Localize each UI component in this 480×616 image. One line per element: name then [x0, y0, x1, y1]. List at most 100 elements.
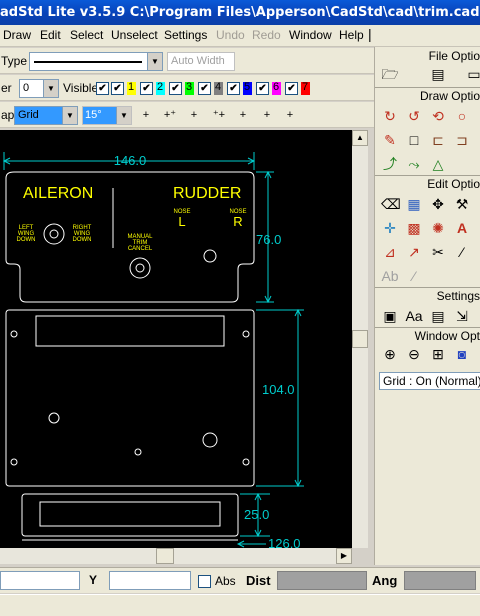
chevron-down-icon[interactable]: ▼	[43, 80, 58, 97]
layer-settings-icon[interactable]: ⇲	[453, 307, 471, 325]
left-wing-line3: DOWN	[17, 237, 36, 243]
layer-visible-checkbox[interactable]: ✔	[256, 82, 269, 95]
zoom-in-icon[interactable]: ⊕	[381, 345, 399, 363]
layer-visible-checkbox[interactable]: ✔	[169, 82, 182, 95]
node-edit-icon[interactable]: ⊿	[381, 243, 399, 261]
y-coordinate-field[interactable]	[109, 571, 191, 590]
layer-visible-checkbox[interactable]: ✔	[227, 82, 240, 95]
distance-field	[277, 571, 367, 590]
stretch-icon[interactable]: ⁄	[405, 267, 423, 285]
snap-value: Grid	[18, 109, 39, 121]
menu-settings[interactable]: Settings	[164, 28, 207, 42]
bottom-status-strip	[0, 594, 480, 616]
zoom-all-icon[interactable]: ◙	[453, 345, 471, 363]
aileron-label: AILERON	[23, 185, 93, 202]
trim-icon[interactable]: ↗	[405, 243, 423, 261]
layer-value: 0	[23, 82, 30, 94]
hammer-icon[interactable]: ⚒	[453, 195, 471, 213]
snap-midpoint-icon[interactable]: +	[185, 106, 203, 124]
scroll-right-icon[interactable]: ▶	[336, 548, 352, 564]
snap-endpoint-icon[interactable]: ⁺+	[210, 106, 228, 124]
snap-nearest-icon[interactable]: +	[281, 106, 299, 124]
snap-double-point-icon[interactable]: +⁺	[161, 106, 179, 124]
layer-visible-checkbox[interactable]: ✔	[198, 82, 211, 95]
open-folder-icon[interactable]: 🗁	[381, 65, 399, 83]
grid-status: Grid : On (Normal)	[383, 374, 480, 388]
menu-undo[interactable]: Undo	[216, 28, 245, 42]
chevron-down-icon[interactable]: ▼	[62, 107, 77, 124]
horizontal-scrollbar[interactable]: ▶	[0, 548, 352, 564]
spline-icon[interactable]: ⤳	[405, 155, 423, 173]
scissors-icon[interactable]: ✂	[429, 243, 447, 261]
status-bar: Y Abs Dist Ang	[0, 567, 480, 593]
snap-label: ap	[1, 108, 15, 122]
chevron-down-icon[interactable]: ▼	[147, 53, 162, 70]
bracket-icon[interactable]: ⊏	[429, 131, 447, 149]
pencil-icon[interactable]: ✎	[381, 131, 399, 149]
vertical-scrollbar[interactable]: ▲	[352, 130, 368, 548]
drawing-canvas[interactable]: 146.0 AILERON RUDDER LEFT WING DOWN RIGH…	[0, 130, 352, 548]
grid-settings-icon[interactable]: ▣	[381, 307, 399, 325]
zoom-out-icon[interactable]: ⊖	[405, 345, 423, 363]
layer-visible-checkbox[interactable]: ✔	[111, 82, 124, 95]
snap-center-icon[interactable]: +	[234, 106, 252, 124]
dimension-settings-icon[interactable]: ▤	[429, 307, 447, 325]
chevron-down-icon[interactable]: ▼	[116, 107, 131, 124]
visible-checkbox[interactable]: ✔	[96, 82, 109, 95]
add-point-icon[interactable]: ✛	[381, 219, 399, 237]
print-icon[interactable]: ▭	[465, 65, 480, 83]
angle-combo[interactable]: 15° ▼	[82, 106, 132, 125]
layer-number: 7	[302, 81, 309, 93]
zoom-window-icon[interactable]: ⊞	[429, 345, 447, 363]
move-icon[interactable]: ✥	[429, 195, 447, 213]
arc-3pt-icon[interactable]: ⟲	[429, 107, 447, 125]
menu-redo[interactable]: Redo	[252, 28, 281, 42]
circle-icon[interactable]: ○	[453, 107, 471, 125]
arc-reverse-icon[interactable]: ↺	[405, 107, 423, 125]
drawing-svg: 146.0 AILERON RUDDER LEFT WING DOWN RIGH…	[2, 152, 304, 548]
dist-label: Dist	[246, 573, 271, 588]
layer-toolbar: er 0 ▼ Visible ✔ 0 ✔ 1 ✔ 2 ✔ 3 ✔ 4 ✔ 5 ✔ 6 ✔ 7	[0, 75, 374, 101]
dim-width-top: 146.0	[114, 153, 147, 168]
angle-value: 15°	[85, 109, 102, 121]
text-icon[interactable]: A	[453, 219, 471, 237]
abs-label: Abs	[215, 574, 236, 588]
layer-combo[interactable]: 0 ▼	[19, 79, 59, 98]
snap-point-icon[interactable]: +	[137, 106, 155, 124]
slash-icon[interactable]: ⁄	[453, 243, 471, 261]
abs-checkbox[interactable]	[198, 575, 211, 588]
array-icon[interactable]: ▩	[405, 219, 423, 237]
save-icon[interactable]: ▤	[429, 65, 447, 83]
dimension-icon[interactable]: ⊐	[453, 131, 471, 149]
ang-label: Ang	[372, 573, 398, 588]
arc-icon[interactable]: ↻	[381, 107, 399, 125]
snap-combo[interactable]: Grid ▼	[14, 106, 78, 125]
rectangle-icon[interactable]: □	[405, 131, 423, 149]
y-label: Y	[89, 573, 98, 587]
text-edit-icon[interactable]: Ab	[381, 267, 399, 285]
layer-visible-checkbox[interactable]: ✔	[140, 82, 153, 95]
horizontal-scroll-thumb[interactable]	[156, 548, 174, 564]
rotate-icon[interactable]: ✺	[429, 219, 447, 237]
x-coordinate-field[interactable]	[0, 571, 80, 590]
font-settings-icon[interactable]: Aa	[405, 307, 423, 325]
scroll-up-icon[interactable]: ▲	[352, 130, 368, 146]
auto-width-input[interactable]: Auto Width	[167, 52, 235, 71]
vertical-scroll-thumb[interactable]	[352, 330, 368, 348]
settings-title: Settings	[436, 289, 480, 303]
snap-intersection-icon[interactable]: +	[258, 106, 276, 124]
edit-block-icon[interactable]: ▦	[405, 195, 423, 213]
menu-window[interactable]: Window	[289, 28, 332, 42]
layer-visible-checkbox[interactable]: ✔	[285, 82, 298, 95]
eraser-icon[interactable]: ⌫	[381, 195, 401, 213]
dim-width-bottom: 126.0	[268, 536, 301, 548]
triangle-icon[interactable]: △	[429, 155, 447, 173]
menu-select[interactable]: Select	[70, 28, 103, 42]
polyline-icon[interactable]: ⤴	[381, 155, 399, 173]
dimension-bottom	[236, 540, 266, 548]
menu-unselect[interactable]: Unselect	[111, 28, 158, 42]
menu-edit[interactable]: Edit	[40, 28, 61, 42]
menu-help[interactable]: Help	[339, 28, 364, 42]
line-type-combo[interactable]: ▼	[29, 52, 163, 71]
menu-draw[interactable]: Draw	[3, 28, 31, 42]
